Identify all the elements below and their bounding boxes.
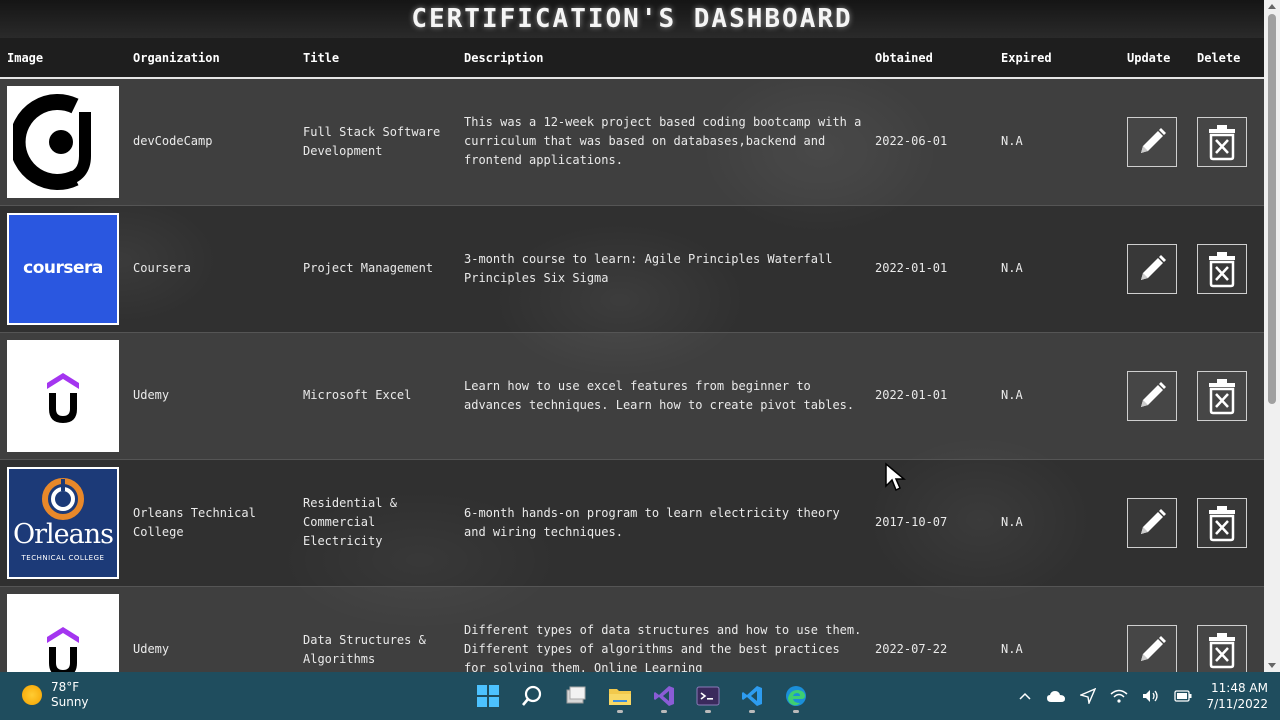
cell-organization: Udemy — [133, 642, 170, 656]
update-button[interactable] — [1127, 624, 1177, 672]
table-header-row: Image Organization Title Description Obt… — [0, 38, 1264, 79]
cell-expired: N.A — [1001, 134, 1023, 149]
certifications-table: Image Organization Title Description Obt… — [0, 38, 1264, 672]
cell-description: This was a 12-week project based coding … — [464, 115, 862, 168]
start-icon[interactable] — [470, 678, 506, 714]
edge-icon[interactable] — [778, 678, 814, 714]
cell-organization: devCodeCamp — [133, 134, 213, 149]
table-row: Udemy Microsoft Excel Learn how to use e… — [0, 332, 1264, 459]
cell-description: 3-month course to learn: Agile Principle… — [464, 251, 833, 285]
cell-title: Microsoft Excel — [303, 388, 412, 402]
table-row: Udemy Data Structures & Algorithms Diffe… — [0, 586, 1264, 672]
delete-button[interactable] — [1197, 243, 1247, 294]
cell-obtained: 2022-07-22 — [875, 642, 948, 656]
orleans-logo: Orleans TECHNICAL COLLEGE — [7, 466, 119, 579]
page-title: CERTIFICATION'S DASHBOARD — [411, 4, 853, 34]
windows-taskbar: 78°F Sunny 11:48 AM 7/11/2022 — [0, 672, 1280, 720]
cell-obtained: 2022-06-01 — [875, 134, 948, 149]
pencil-icon — [1141, 381, 1166, 407]
certification-dashboard: CERTIFICATION'S DASHBOARD Image Organiza… — [0, 0, 1264, 672]
vertical-scrollbar[interactable] — [1264, 0, 1280, 672]
trash-icon — [1209, 124, 1235, 160]
header-expired: Expired — [994, 38, 1120, 79]
header-obtained: Obtained — [868, 38, 994, 79]
weather-condition: Sunny — [51, 695, 89, 709]
udemy-logo — [7, 339, 119, 452]
sun-icon — [22, 685, 42, 705]
vscode-icon[interactable] — [734, 678, 770, 714]
clock-date: 7/11/2022 — [1206, 697, 1268, 711]
weather-temp: 78°F — [51, 680, 80, 694]
file-explorer-icon[interactable] — [602, 678, 638, 714]
system-clock[interactable]: 11:48 AM 7/11/2022 — [1206, 680, 1268, 712]
trash-icon — [1209, 632, 1235, 668]
terminal-icon[interactable] — [690, 678, 726, 714]
cell-expired: N.A — [1001, 261, 1023, 275]
scrollbar-thumb[interactable] — [1268, 14, 1276, 404]
visual-studio-icon[interactable] — [646, 678, 682, 714]
table-row: Orleans TECHNICAL COLLEGE Orleans Techni… — [0, 459, 1264, 586]
header-image: Image — [0, 38, 126, 79]
cell-title: Data Structures & Algorithms — [303, 632, 426, 666]
cell-obtained: 2022-01-01 — [875, 388, 948, 402]
search-icon[interactable] — [514, 678, 550, 714]
update-button[interactable] — [1127, 497, 1177, 548]
cell-description: 6-month hands-on program to learn electr… — [464, 505, 840, 539]
onedrive-cloud-icon[interactable] — [1046, 689, 1066, 703]
header-update: Update — [1120, 38, 1190, 79]
pencil-icon — [1141, 254, 1166, 280]
scroll-up-arrow-icon[interactable] — [1268, 4, 1276, 9]
cell-expired: N.A — [1001, 642, 1023, 656]
trash-icon — [1209, 251, 1235, 287]
mouse-cursor-icon — [885, 462, 906, 492]
table-row: devCodeCamp Full Stack Software Developm… — [0, 78, 1264, 205]
header-organization: Organization — [126, 38, 296, 79]
volume-icon[interactable] — [1142, 689, 1160, 703]
update-button[interactable] — [1127, 243, 1177, 294]
coursera-logo: coursera — [7, 212, 119, 325]
cell-organization: Coursera — [133, 261, 191, 275]
task-view-icon[interactable] — [558, 678, 594, 714]
wifi-icon[interactable] — [1110, 689, 1128, 703]
cell-expired: N.A — [1001, 515, 1023, 529]
trash-icon — [1209, 505, 1235, 541]
battery-icon[interactable] — [1174, 690, 1192, 702]
delete-button[interactable] — [1197, 116, 1247, 167]
cell-expired: N.A — [1001, 388, 1023, 402]
clock-time: 11:48 AM — [1211, 681, 1268, 695]
pencil-icon — [1141, 127, 1166, 153]
cell-organization: Orleans Technical College — [133, 505, 256, 539]
header-delete: Delete — [1190, 38, 1264, 79]
page-header: CERTIFICATION'S DASHBOARD — [0, 0, 1264, 38]
update-button[interactable] — [1127, 370, 1177, 421]
cell-title: Full Stack Software Development — [303, 124, 441, 158]
trash-icon — [1209, 378, 1235, 414]
cell-obtained: 2022-01-01 — [875, 261, 948, 275]
delete-button[interactable] — [1197, 624, 1247, 672]
scroll-down-arrow-icon[interactable] — [1268, 663, 1276, 668]
location-arrow-icon[interactable] — [1080, 688, 1097, 704]
udemy-logo — [7, 593, 119, 672]
weather-widget[interactable]: 78°F Sunny — [22, 680, 89, 710]
cell-title: Project Management — [303, 261, 434, 275]
header-title: Title — [296, 38, 457, 79]
devcodecamp-logo — [7, 85, 119, 198]
pencil-icon — [1141, 508, 1166, 534]
taskbar-apps — [470, 678, 814, 714]
cell-organization: Udemy — [133, 388, 170, 402]
pencil-icon — [1141, 635, 1166, 661]
update-button[interactable] — [1127, 116, 1177, 167]
delete-button[interactable] — [1197, 370, 1247, 421]
chevron-up-icon[interactable] — [1018, 691, 1032, 701]
delete-button[interactable] — [1197, 497, 1247, 548]
system-tray: 11:48 AM 7/11/2022 — [1018, 672, 1268, 720]
cell-description: Different types of data structures and h… — [464, 623, 862, 672]
table-row: coursera Coursera Project Management 3-m… — [0, 205, 1264, 332]
header-description: Description — [457, 38, 868, 79]
cell-description: Learn how to use excel features from beg… — [464, 378, 855, 412]
cell-title: Residential & Commercial Electricity — [303, 496, 397, 548]
